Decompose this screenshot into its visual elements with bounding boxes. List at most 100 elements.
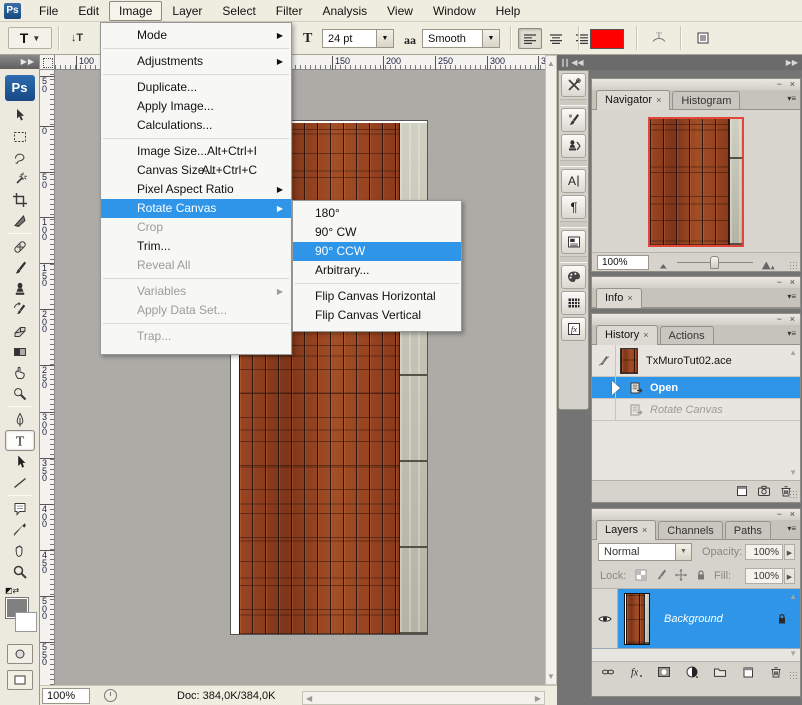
panel-menu-icon[interactable]: ▾≡ bbox=[787, 94, 796, 103]
delete-state-button[interactable] bbox=[776, 483, 796, 499]
expand-dock-icon[interactable]: ▶▶ bbox=[786, 58, 798, 67]
hand-tool[interactable] bbox=[5, 540, 35, 561]
layer-style-button[interactable]: fx bbox=[626, 664, 646, 680]
menubar-item-analysis[interactable]: Analysis bbox=[312, 1, 377, 21]
new-snapshot-button[interactable] bbox=[754, 483, 774, 499]
scroll-up-icon[interactable]: ▲ bbox=[546, 59, 556, 68]
screen-mode-button[interactable] bbox=[7, 670, 33, 690]
tool-preset-picker[interactable]: T ▼ bbox=[8, 27, 52, 49]
submenu-item-flip-canvas-vertical[interactable]: Flip Canvas Vertical bbox=[293, 306, 461, 325]
tab-histogram[interactable]: Histogram bbox=[672, 91, 740, 109]
navigator-zoom-field[interactable]: 100% bbox=[597, 255, 649, 270]
close-icon[interactable]: × bbox=[643, 330, 648, 340]
crop-tool[interactable] bbox=[5, 189, 35, 210]
scroll-left-icon[interactable]: ◀ bbox=[306, 694, 312, 703]
character-button[interactable]: A bbox=[561, 169, 586, 193]
minimize-icon[interactable]: − bbox=[777, 510, 782, 519]
slice-tool[interactable] bbox=[5, 210, 35, 231]
close-icon[interactable]: × bbox=[656, 95, 661, 105]
tab-info[interactable]: Info× bbox=[596, 288, 642, 308]
menu-item-variables[interactable]: Variables▶ bbox=[101, 282, 291, 301]
new-group-button[interactable] bbox=[710, 664, 730, 680]
menu-item-duplicate[interactable]: Duplicate... bbox=[101, 78, 291, 97]
menubar-item-layer[interactable]: Layer bbox=[162, 1, 212, 21]
tab-layers[interactable]: Layers× bbox=[596, 520, 656, 540]
menubar-item-image[interactable]: Image bbox=[109, 1, 162, 21]
tab-channels[interactable]: Channels bbox=[658, 521, 722, 539]
history-state-open[interactable]: Open bbox=[592, 377, 800, 399]
eyedropper-tool[interactable] bbox=[5, 519, 35, 540]
clone-source-button[interactable] bbox=[561, 134, 586, 158]
menubar-item-file[interactable]: File bbox=[29, 1, 68, 21]
chevron-down-icon[interactable]: ▼ bbox=[376, 30, 393, 47]
submenu-item-arbitrary[interactable]: Arbitrary... bbox=[293, 261, 461, 280]
text-color-swatch[interactable] bbox=[590, 29, 624, 49]
tab-actions[interactable]: Actions bbox=[660, 326, 714, 344]
menubar-item-select[interactable]: Select bbox=[212, 1, 265, 21]
magic-wand-tool[interactable] bbox=[5, 168, 35, 189]
close-icon[interactable]: × bbox=[790, 315, 795, 324]
menu-item-apply-data-set[interactable]: Apply Data Set... bbox=[101, 301, 291, 320]
menubar-item-window[interactable]: Window bbox=[423, 1, 486, 21]
menu-item-rotate-canvas[interactable]: Rotate Canvas▶ bbox=[101, 199, 291, 218]
align-left-button[interactable] bbox=[518, 28, 542, 49]
panel-menu-icon[interactable]: ▾≡ bbox=[787, 524, 796, 533]
submenu-item-90-cw[interactable]: 90° CW bbox=[293, 223, 461, 242]
zoom-out-icon[interactable] bbox=[658, 258, 672, 272]
layer-name[interactable]: Background bbox=[664, 613, 774, 625]
dock-handle-icon[interactable]: ∥∥ ◀◀ bbox=[561, 58, 584, 67]
brushes-button[interactable] bbox=[561, 108, 586, 132]
styles-button[interactable]: fx bbox=[561, 317, 586, 341]
menu-item-trim[interactable]: Trim... bbox=[101, 237, 291, 256]
color-button[interactable] bbox=[561, 265, 586, 289]
minimize-icon[interactable]: − bbox=[777, 80, 782, 89]
swatches-button[interactable] bbox=[561, 291, 586, 315]
layer-comps-button[interactable] bbox=[561, 230, 586, 254]
menu-item-trap[interactable]: Trap... bbox=[101, 327, 291, 346]
navigator-thumbnail[interactable] bbox=[648, 117, 744, 247]
healing-brush-tool[interactable] bbox=[5, 236, 35, 257]
menubar-item-filter[interactable]: Filter bbox=[266, 1, 313, 21]
type-tool[interactable]: T bbox=[5, 430, 35, 451]
scroll-down-icon[interactable]: ▼ bbox=[546, 672, 556, 681]
eraser-tool[interactable] bbox=[5, 320, 35, 341]
layer-row-background[interactable]: Background bbox=[592, 589, 800, 649]
menu-item-adjustments[interactable]: Adjustments▶ bbox=[101, 52, 291, 71]
layer-thumbnail[interactable] bbox=[624, 593, 650, 645]
chevron-down-icon[interactable]: ▼ bbox=[675, 544, 691, 560]
horizontal-scrollbar[interactable]: ◀ ▶ bbox=[302, 691, 545, 705]
palettes-toggle-button[interactable] bbox=[690, 27, 716, 49]
zoom-level-field[interactable]: 100% bbox=[42, 688, 90, 704]
lasso-tool[interactable] bbox=[5, 147, 35, 168]
current-state-marker[interactable] bbox=[612, 381, 620, 395]
align-center-button[interactable] bbox=[544, 28, 568, 49]
close-icon[interactable]: × bbox=[642, 525, 647, 535]
delete-layer-button[interactable] bbox=[766, 664, 786, 680]
close-icon[interactable]: × bbox=[627, 293, 632, 303]
notes-tool[interactable] bbox=[5, 498, 35, 519]
layer-visibility-toggle[interactable] bbox=[592, 589, 618, 648]
marquee-tool[interactable] bbox=[5, 126, 35, 147]
link-layers-button[interactable] bbox=[598, 664, 618, 680]
opacity-slider-arrow-icon[interactable]: ▶ bbox=[784, 544, 795, 560]
chevron-down-icon[interactable]: ▼ bbox=[482, 30, 499, 47]
timing-icon[interactable] bbox=[104, 689, 117, 702]
resize-grip[interactable] bbox=[789, 671, 798, 680]
layer-mask-button[interactable] bbox=[654, 664, 674, 680]
background-color-swatch[interactable] bbox=[15, 612, 37, 632]
antialias-select[interactable]: Smooth ▼ bbox=[422, 29, 500, 48]
fill-field[interactable]: 100% bbox=[745, 568, 783, 584]
new-layer-button[interactable] bbox=[738, 664, 758, 680]
pen-tool[interactable] bbox=[5, 409, 35, 430]
menubar-item-help[interactable]: Help bbox=[486, 1, 531, 21]
tab-paths[interactable]: Paths bbox=[725, 521, 771, 539]
panel-menu-icon[interactable]: ▾≡ bbox=[787, 292, 796, 301]
submenu-item-90-ccw[interactable]: 90° CCW bbox=[293, 242, 461, 261]
lock-position-icon[interactable] bbox=[673, 567, 690, 583]
zoom-in-icon[interactable] bbox=[760, 258, 776, 272]
menu-item-apply-image[interactable]: Apply Image... bbox=[101, 97, 291, 116]
blend-mode-select[interactable]: Normal ▼ bbox=[598, 543, 692, 561]
menu-item-image-size[interactable]: Image Size...Alt+Ctrl+I bbox=[101, 142, 291, 161]
submenu-item-180[interactable]: 180° bbox=[293, 204, 461, 223]
path-select-tool[interactable] bbox=[5, 451, 35, 472]
